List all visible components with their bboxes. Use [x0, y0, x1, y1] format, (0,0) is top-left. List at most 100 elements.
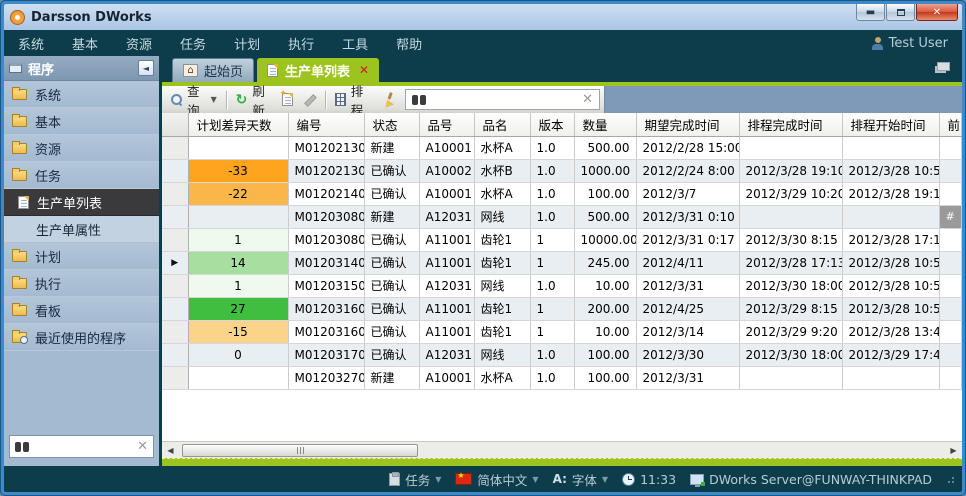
grid-cell[interactable]: 2012/3/28 13:40 [842, 320, 939, 343]
tab-production-order-list[interactable]: 生产单列表 ✕ [257, 58, 379, 82]
window-list-icon[interactable] [937, 62, 950, 71]
language-menu[interactable]: 简体中文 ▼ [455, 470, 538, 489]
grid-cell[interactable]: A11001 [419, 320, 474, 343]
grid-cell[interactable] [739, 205, 842, 228]
grid-cell[interactable] [188, 205, 288, 228]
grid-cell[interactable]: 27 [188, 297, 288, 320]
grid-cell[interactable]: 已确认 [364, 274, 419, 297]
tab-close-icon[interactable]: ✕ [359, 64, 369, 76]
grid-cell[interactable]: 齿轮1 [474, 251, 530, 274]
grid-cell[interactable] [188, 136, 288, 159]
grid-cell[interactable]: 0 [188, 343, 288, 366]
menu-item[interactable]: 计划 [234, 38, 260, 53]
grid-cell[interactable]: 新建 [364, 205, 419, 228]
column-header[interactable]: 排程开始时间 [842, 113, 939, 136]
grid-cell[interactable]: 245.00 [574, 251, 636, 274]
grid-cell[interactable]: 2012/3/28 10:52 [842, 274, 939, 297]
grid-cell[interactable]: 水杯A [474, 366, 530, 389]
table-row[interactable]: M012021301新建A10001水杯A1.0500.002012/2/28 … [162, 136, 961, 159]
row-indicator-cell[interactable] [162, 136, 188, 159]
grid-cell[interactable]: 2012/3/29 8:15 [739, 297, 842, 320]
grid-cell[interactable]: 100.00 [574, 343, 636, 366]
grid-cell[interactable]: 已确认 [364, 320, 419, 343]
column-header[interactable]: 期望完成时间 [636, 113, 739, 136]
grid-cell[interactable]: 10.00 [574, 274, 636, 297]
column-header[interactable]: 品名 [474, 113, 530, 136]
grid-cell[interactable]: 1 [188, 274, 288, 297]
grid-cell[interactable]: 2012/3/31 0:17 [636, 228, 739, 251]
grid-cell[interactable] [939, 274, 961, 297]
font-menu[interactable]: A: 字体 ▼ [553, 470, 608, 489]
grid-cell[interactable]: 网线 [474, 343, 530, 366]
sidebar-item[interactable]: 生产单列表 [4, 189, 159, 216]
grid-cell[interactable]: 2012/3/7 [636, 182, 739, 205]
grid-cell[interactable]: 齿轮1 [474, 297, 530, 320]
grid-cell[interactable] [939, 297, 961, 320]
grid-cell[interactable]: M012031501 [288, 274, 364, 297]
grid-cell[interactable]: 10.00 [574, 320, 636, 343]
grid-cell[interactable]: M012021302 [288, 159, 364, 182]
grid-cell[interactable]: 2012/3/30 18:00 [739, 274, 842, 297]
minimize-button[interactable]: ▬ [856, 4, 885, 21]
grid-cell[interactable]: 2012/3/30 8:15 [739, 228, 842, 251]
grid-cell[interactable]: 100.00 [574, 182, 636, 205]
schedule-button[interactable]: 排程 [330, 89, 377, 111]
grid-cell[interactable]: 已确认 [364, 251, 419, 274]
row-indicator-cell[interactable] [162, 320, 188, 343]
grid-cell[interactable]: A11001 [419, 251, 474, 274]
table-row[interactable]: ▶14M012031402已确认A11001齿轮11245.002012/4/1… [162, 251, 961, 274]
grid-cell[interactable]: M012032701 [288, 366, 364, 389]
column-header[interactable]: 计划差异天数 [188, 113, 288, 136]
grid-cell[interactable]: 已确认 [364, 343, 419, 366]
row-indicator-cell[interactable] [162, 366, 188, 389]
grid-cell[interactable]: 2012/2/28 15:00 [636, 136, 739, 159]
grid-cell[interactable]: -33 [188, 159, 288, 182]
grid-cell[interactable]: 2012/3/29 17:46 [842, 343, 939, 366]
row-indicator-cell[interactable] [162, 343, 188, 366]
table-row[interactable]: 1M012030802已确认A11001齿轮1110000.002012/3/3… [162, 228, 961, 251]
sidebar-item[interactable]: 生产单属性 [4, 216, 159, 243]
scroll-left-icon[interactable]: ◀ [162, 442, 179, 458]
grid-cell[interactable]: M012021401 [288, 182, 364, 205]
table-row[interactable]: M012032701新建A10001水杯A1.0100.002012/3/31 [162, 366, 961, 389]
menu-item[interactable]: 基本 [72, 38, 98, 53]
grid-cell[interactable]: 14 [188, 251, 288, 274]
grid-cell[interactable]: A10001 [419, 366, 474, 389]
column-header[interactable]: 前 [939, 113, 961, 136]
grid-cell[interactable]: 2012/3/28 19:10 [842, 182, 939, 205]
menu-item[interactable]: 执行 [288, 38, 314, 53]
grid-cell[interactable]: M012031402 [288, 251, 364, 274]
tab-start-page[interactable]: ⌂ 起始页 [172, 58, 254, 82]
clear-search-icon[interactable]: ✕ [582, 93, 593, 106]
row-indicator-cell[interactable] [162, 182, 188, 205]
row-indicator-cell[interactable]: ▶ [162, 251, 188, 274]
grid-cell[interactable] [939, 320, 961, 343]
new-button[interactable]: ✦ [277, 89, 298, 111]
scrollbar-thumb[interactable] [182, 444, 418, 457]
grid-cell[interactable]: A12031 [419, 205, 474, 228]
clear-search-icon[interactable]: ✕ [137, 440, 148, 453]
sidebar-item[interactable]: 任务 [4, 162, 159, 189]
column-header[interactable] [162, 113, 188, 136]
maximize-button[interactable] [886, 4, 915, 21]
grid-cell[interactable]: 2012/3/28 17:13 [842, 228, 939, 251]
row-indicator-cell[interactable] [162, 205, 188, 228]
table-row[interactable]: 27M012031601已确认A11001齿轮11200.002012/4/25… [162, 297, 961, 320]
grid-cell[interactable] [842, 366, 939, 389]
grid-cell[interactable]: 齿轮1 [474, 320, 530, 343]
grid-cell[interactable]: 2012/3/28 17:13 [739, 251, 842, 274]
grid-cell[interactable]: 水杯B [474, 159, 530, 182]
grid-cell[interactable]: 200.00 [574, 297, 636, 320]
grid-cell[interactable]: 2012/3/29 9:20 [739, 320, 842, 343]
column-header[interactable]: 版本 [530, 113, 574, 136]
grid-cell[interactable]: M012031701 [288, 343, 364, 366]
grid-cell[interactable]: 1 [530, 297, 574, 320]
table-row[interactable]: 0M012031701已确认A12031网线1.0100.002012/3/30… [162, 343, 961, 366]
current-user[interactable]: Test User [871, 36, 948, 51]
table-row[interactable]: 1M012031501已确认A12031网线1.010.002012/3/312… [162, 274, 961, 297]
grid-cell[interactable]: 网线 [474, 274, 530, 297]
grid-cell[interactable]: 500.00 [574, 205, 636, 228]
grid-cell[interactable] [939, 182, 961, 205]
column-header[interactable]: 排程完成时间 [739, 113, 842, 136]
grid-cell[interactable]: 2012/2/24 8:00 [636, 159, 739, 182]
